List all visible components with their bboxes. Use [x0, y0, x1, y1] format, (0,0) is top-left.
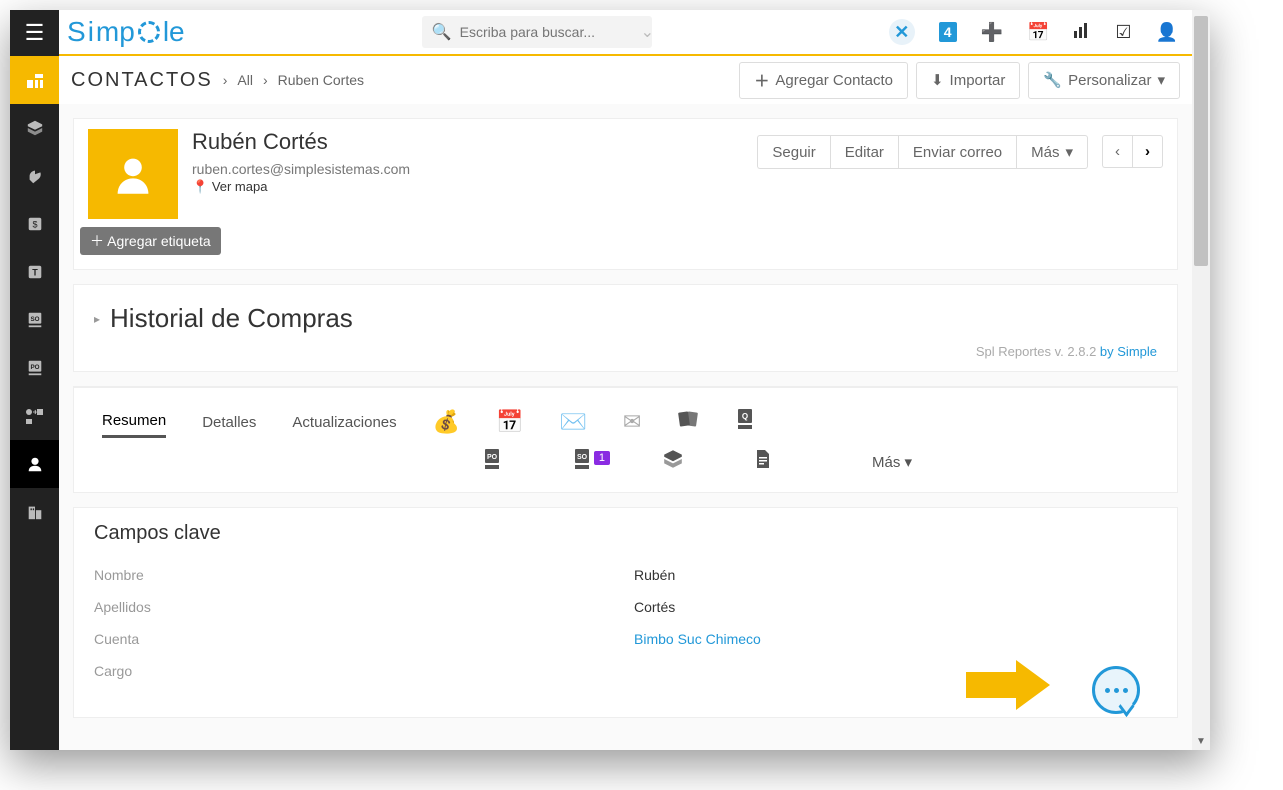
field-value: Cortés: [634, 599, 675, 615]
scroll-thumb[interactable]: [1194, 16, 1208, 266]
tab-calendar-icon[interactable]: 📅: [496, 409, 523, 435]
user-menu-icon[interactable]: 👤: [1156, 22, 1178, 43]
next-record-button[interactable]: ›: [1132, 135, 1163, 168]
field-row: NombreRubén: [94, 559, 1157, 591]
tab-quote-icon[interactable]: Q: [735, 408, 755, 436]
search-input[interactable]: [460, 24, 641, 40]
caret-down-icon: ▾: [905, 454, 913, 471]
caret-down-icon: ▾: [1157, 71, 1165, 89]
app-x-icon[interactable]: ✕: [889, 19, 915, 45]
field-label: Apellidos: [94, 599, 634, 615]
field-label: Cuenta: [94, 631, 634, 647]
chevron-right-icon: ›: [223, 72, 228, 88]
svg-text:PO: PO: [30, 364, 39, 371]
by-simple-link[interactable]: by Simple: [1100, 344, 1157, 359]
key-fields-title: Campos clave: [94, 522, 1157, 545]
tab-document-icon[interactable]: [754, 448, 772, 476]
breadcrumb-module[interactable]: CONTACTOS: [71, 69, 213, 92]
send-mail-button[interactable]: Enviar correo: [898, 135, 1016, 169]
svg-text:SO: SO: [30, 316, 39, 323]
sidebar-item-so[interactable]: SO: [10, 296, 59, 344]
edit-button[interactable]: Editar: [830, 135, 898, 169]
tab-updates[interactable]: Actualizaciones: [292, 408, 396, 437]
calendar-icon[interactable]: 📅: [1027, 22, 1049, 43]
sidebar-item-invoice[interactable]: $: [10, 200, 59, 248]
tab-summary[interactable]: Resumen: [102, 406, 166, 438]
tab-cards-icon[interactable]: [677, 408, 699, 436]
svg-text:SO: SO: [577, 454, 588, 461]
tasks-icon[interactable]: ☑: [1115, 22, 1131, 43]
prev-record-button[interactable]: ‹: [1102, 135, 1132, 168]
customize-button[interactable]: 🔧Personalizar ▾: [1028, 62, 1180, 99]
field-label: Nombre: [94, 567, 634, 583]
sidebar-item-transfer[interactable]: [10, 392, 59, 440]
caret-down-icon: ▾: [1065, 143, 1073, 161]
search-icon: 🔍: [432, 22, 452, 42]
chart-icon[interactable]: [1073, 21, 1091, 44]
collapse-toggle-icon[interactable]: ▸: [94, 312, 100, 326]
global-search[interactable]: 🔍 ⌄: [422, 16, 652, 48]
breadcrumb-current: Ruben Cortes: [278, 72, 364, 88]
add-contact-button[interactable]: ＋Agregar Contacto: [739, 62, 908, 99]
scroll-down-icon[interactable]: ▼: [1192, 732, 1210, 750]
tab-box-icon[interactable]: [662, 448, 684, 476]
add-icon[interactable]: ➕: [981, 22, 1003, 43]
tab-so-icon[interactable]: SO1: [572, 448, 592, 476]
breadcrumb-all[interactable]: All: [237, 72, 253, 88]
follow-button[interactable]: Seguir: [757, 135, 829, 169]
field-row: CuentaBimbo Suc Chimeco: [94, 623, 1157, 655]
field-label: Cargo: [94, 663, 634, 679]
brand-logo[interactable]: Simple: [59, 16, 185, 48]
add-tag-button[interactable]: ＋ Agregar etiqueta: [80, 227, 221, 255]
header-icons: ✕ 4 ➕ 📅 ☑ 👤: [889, 19, 1178, 45]
logo-spinner-icon: [138, 21, 160, 43]
contact-name: Rubén Cortés: [192, 129, 410, 155]
field-row: ApellidosCortés: [94, 591, 1157, 623]
chat-widget-button[interactable]: [1092, 666, 1140, 714]
chevron-right-icon: ›: [263, 72, 268, 88]
purchase-history-title: Historial de Compras: [110, 303, 353, 334]
download-icon: ⬇: [931, 71, 944, 89]
contact-avatar[interactable]: [88, 129, 178, 219]
sidebar-item-po[interactable]: PO: [10, 344, 59, 392]
annotation-arrow: [966, 660, 1050, 710]
breadcrumb-bar: CONTACTOS › All › Ruben Cortes ＋Agregar …: [59, 60, 1192, 100]
tab-po-icon[interactable]: PO: [482, 448, 502, 476]
svg-text:T: T: [32, 268, 38, 278]
page-scrollbar[interactable]: ▲ ▼: [1192, 10, 1210, 750]
view-map-link[interactable]: 📍 Ver mapa: [192, 179, 410, 195]
sidebar-item-service[interactable]: [10, 152, 59, 200]
import-button[interactable]: ⬇Importar: [916, 62, 1020, 99]
sidebar-item-contacts[interactable]: [10, 440, 59, 488]
notification-badge[interactable]: 4: [939, 22, 957, 42]
sidebar-item-dashboard[interactable]: [10, 56, 59, 104]
breadcrumb: CONTACTOS › All › Ruben Cortes: [71, 69, 364, 92]
sidebar-item-building[interactable]: [10, 488, 59, 536]
version-label: Spl Reportes v. 2.8.2: [976, 344, 1100, 359]
svg-text:Q: Q: [742, 412, 748, 421]
field-value: Rubén: [634, 567, 675, 583]
svg-text:$: $: [32, 220, 37, 230]
contact-email[interactable]: ruben.cortes@simplesistemas.com: [192, 161, 410, 177]
field-value[interactable]: Bimbo Suc Chimeco: [634, 631, 761, 647]
tab-mail-outline-icon[interactable]: ✉: [623, 409, 641, 435]
main-content: Rubén Cortés ruben.cortes@simplesistemas…: [59, 104, 1192, 750]
pin-icon: 📍: [192, 179, 208, 194]
tab-mail-filled-icon[interactable]: ✉️: [559, 409, 586, 435]
so-count-badge: 1: [594, 451, 610, 465]
sidebar-item-text[interactable]: T: [10, 248, 59, 296]
sidebar-item-package[interactable]: [10, 104, 59, 152]
more-actions-button[interactable]: Más ▾: [1016, 135, 1088, 169]
tab-details[interactable]: Detalles: [202, 408, 256, 437]
search-dropdown-icon[interactable]: ⌄: [641, 22, 654, 42]
left-sidebar: ☰ $ T SO PO: [10, 10, 59, 750]
wrench-icon: 🔧: [1043, 71, 1062, 89]
top-header: Simple 🔍 ⌄ ✕ 4 ➕ 📅 ☑ 👤: [59, 10, 1192, 56]
tab-money-icon[interactable]: 💰: [433, 409, 460, 435]
svg-text:PO: PO: [487, 454, 498, 461]
tab-more-button[interactable]: Más ▾: [872, 453, 912, 471]
menu-toggle-icon[interactable]: ☰: [10, 10, 59, 56]
